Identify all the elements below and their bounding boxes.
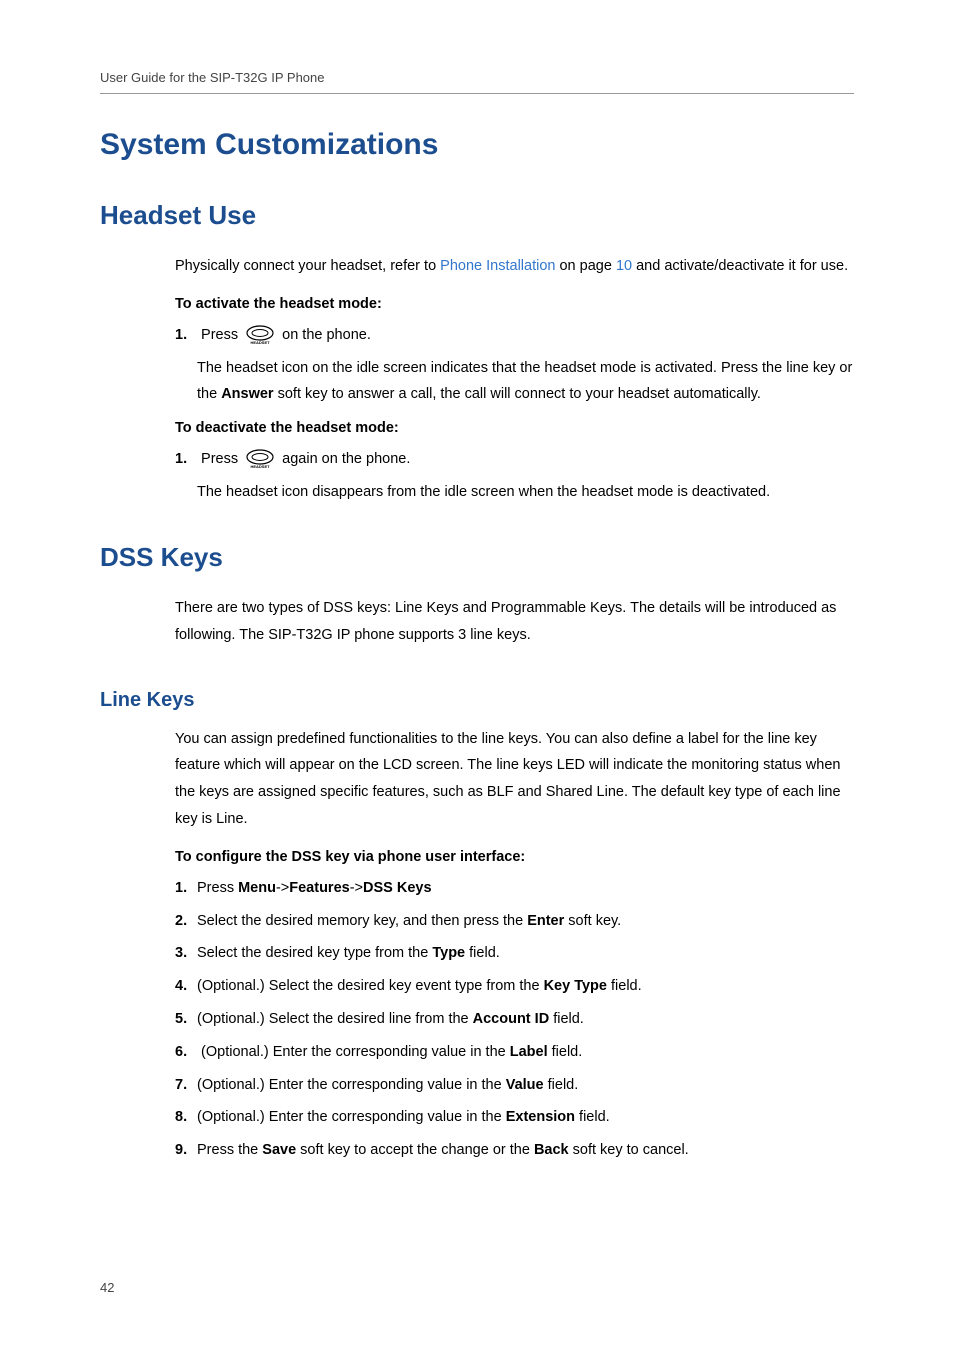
bold-text: Enter	[527, 913, 564, 929]
linekeys-intro: You can assign predefined functionalitie…	[175, 726, 854, 833]
step-number: 7.	[175, 1072, 197, 1099]
text: field.	[549, 1011, 584, 1027]
text: on page	[555, 258, 615, 274]
text: field.	[548, 1044, 583, 1060]
svg-text:HEADSET: HEADSET	[251, 340, 271, 345]
text: soft key to cancel.	[569, 1142, 689, 1158]
heading-dss-keys: DSS Keys	[100, 542, 854, 573]
step-number: 8.	[175, 1104, 197, 1131]
step-number: 9.	[175, 1137, 197, 1164]
subhead-activate-headset: To activate the headset mode:	[175, 296, 854, 312]
page-header: User Guide for the SIP-T32G IP Phone	[100, 70, 854, 94]
heading-line-keys: Line Keys	[100, 689, 854, 712]
dss-intro: There are two types of DSS keys: Line Ke…	[175, 595, 854, 649]
headset-intro: Physically connect your headset, refer t…	[175, 253, 854, 280]
step-text: Press HEADSET on the phone.	[201, 327, 371, 343]
bold-text: Account ID	[473, 1011, 550, 1027]
subhead-configure-dss: To configure the DSS key via phone user …	[175, 849, 854, 865]
text: soft key.	[564, 913, 621, 929]
text: Press the	[197, 1142, 262, 1158]
step-text: Select the desired key type from the Typ…	[197, 945, 500, 961]
page-number: 42	[100, 1280, 114, 1295]
link-page-number[interactable]: 10	[616, 258, 632, 274]
text: soft key to answer a call, the call will…	[274, 386, 761, 402]
configure-step-2: 2.Select the desired memory key, and the…	[175, 908, 854, 935]
step-text: Press Menu->Features->DSS Keys	[197, 880, 432, 896]
configure-step-6: 6. (Optional.) Enter the corresponding v…	[175, 1039, 854, 1066]
text: ->	[350, 880, 363, 896]
text: (Optional.) Enter the corresponding valu…	[197, 1077, 506, 1093]
text: (Optional.) Select the desired line from…	[197, 1011, 473, 1027]
configure-step-9: 9.Press the Save soft key to accept the …	[175, 1137, 854, 1164]
step-text: (Optional.) Select the desired line from…	[197, 1011, 584, 1027]
text: Physically connect your headset, refer t…	[175, 258, 440, 274]
headset-button-icon: HEADSET	[245, 449, 275, 469]
step-number: 2.	[175, 908, 197, 935]
bold-text: Features	[289, 880, 349, 896]
step-text: (Optional.) Select the desired key event…	[197, 978, 642, 994]
text: field.	[575, 1109, 610, 1125]
text: (Optional.) Select the desired key event…	[197, 978, 544, 994]
step-number: 1.	[175, 446, 197, 473]
subhead-deactivate-headset: To deactivate the headset mode:	[175, 420, 854, 436]
configure-step-7: 7.(Optional.) Enter the corresponding va…	[175, 1072, 854, 1099]
step-number: 4.	[175, 973, 197, 1000]
step-number: 1.	[175, 875, 197, 902]
link-phone-installation[interactable]: Phone Installation	[440, 258, 555, 274]
text: and activate/deactivate it for use.	[632, 258, 848, 274]
text: Press	[201, 451, 242, 467]
configure-step-5: 5.(Optional.) Select the desired line fr…	[175, 1006, 854, 1033]
text: Select the desired memory key, and then …	[197, 913, 527, 929]
step-number: 1.	[175, 322, 197, 349]
heading-system-customizations: System Customizations	[100, 128, 854, 162]
activate-result: The headset icon on the idle screen indi…	[197, 355, 854, 409]
step-number: 3.	[175, 940, 197, 967]
bold-text: Type	[432, 945, 465, 961]
bold-text: Back	[534, 1142, 569, 1158]
bold-text: Menu	[238, 880, 276, 896]
configure-step-8: 8.(Optional.) Enter the corresponding va…	[175, 1104, 854, 1131]
headset-button-icon: HEADSET	[245, 325, 275, 345]
step-text: Press the Save soft key to accept the ch…	[197, 1142, 689, 1158]
deactivate-step-1: 1. Press HEADSET again on the phone.	[175, 446, 854, 473]
step-number: 6.	[175, 1039, 197, 1066]
activate-step-1: 1. Press HEADSET on the phone.	[175, 322, 854, 349]
text: soft key to accept the change or the	[296, 1142, 534, 1158]
text: ->	[276, 880, 289, 896]
step-text: (Optional.) Enter the corresponding valu…	[197, 1109, 610, 1125]
bold-text: Label	[510, 1044, 548, 1060]
text: field.	[544, 1077, 579, 1093]
text: field.	[465, 945, 500, 961]
text: (Optional.) Enter the corresponding valu…	[197, 1044, 510, 1060]
step-text: Press HEADSET again on the phone.	[201, 451, 410, 467]
text: field.	[607, 978, 642, 994]
configure-step-3: 3.Select the desired key type from the T…	[175, 940, 854, 967]
bold-text: Extension	[506, 1109, 575, 1125]
heading-headset-use: Headset Use	[100, 200, 854, 231]
step-text: (Optional.) Enter the corresponding valu…	[197, 1044, 582, 1060]
step-number: 5.	[175, 1006, 197, 1033]
text: Select the desired key type from the	[197, 945, 432, 961]
text: again on the phone.	[278, 451, 410, 467]
bold-text: Key Type	[544, 978, 607, 994]
text: Press	[201, 327, 242, 343]
step-text: (Optional.) Enter the corresponding valu…	[197, 1077, 578, 1093]
bold-text: Save	[262, 1142, 296, 1158]
deactivate-result: The headset icon disappears from the idl…	[197, 479, 854, 506]
configure-step-4: 4.(Optional.) Select the desired key eve…	[175, 973, 854, 1000]
svg-text:HEADSET: HEADSET	[251, 464, 271, 469]
text: (Optional.) Enter the corresponding valu…	[197, 1109, 506, 1125]
bold-answer: Answer	[221, 386, 273, 402]
bold-text: DSS Keys	[363, 880, 432, 896]
bold-text: Value	[506, 1077, 544, 1093]
configure-step-1: 1.Press Menu->Features->DSS Keys	[175, 875, 854, 902]
step-text: Select the desired memory key, and then …	[197, 913, 621, 929]
text: on the phone.	[278, 327, 371, 343]
text: Press	[197, 880, 238, 896]
